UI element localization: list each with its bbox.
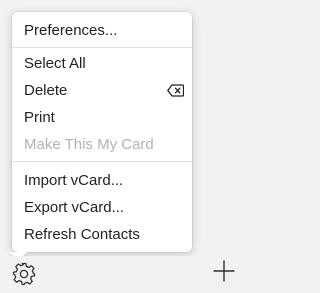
menu-item-export-vcard[interactable]: Export vCard...: [12, 196, 192, 220]
delete-key-icon: [167, 84, 184, 97]
plus-icon[interactable]: [213, 260, 235, 282]
menu-item-import-vcard[interactable]: Import vCard...: [12, 169, 192, 193]
settings-popup-menu: Preferences... Select All Delete Print M…: [12, 12, 192, 252]
menu-item-print[interactable]: Print: [12, 106, 192, 130]
gear-icon[interactable]: [11, 261, 37, 287]
menu-item-make-this-my-card: Make This My Card: [24, 136, 154, 153]
menu-item-delete-label: Delete: [24, 82, 68, 99]
menu-item-preferences[interactable]: Preferences...: [12, 19, 192, 43]
menu-item-select-all[interactable]: Select All: [12, 52, 192, 76]
menu-item-delete[interactable]: Delete: [12, 79, 192, 103]
menu-separator: [12, 47, 192, 48]
menu-separator: [12, 161, 192, 162]
menu-item-refresh-contacts[interactable]: Refresh Contacts: [12, 223, 192, 247]
